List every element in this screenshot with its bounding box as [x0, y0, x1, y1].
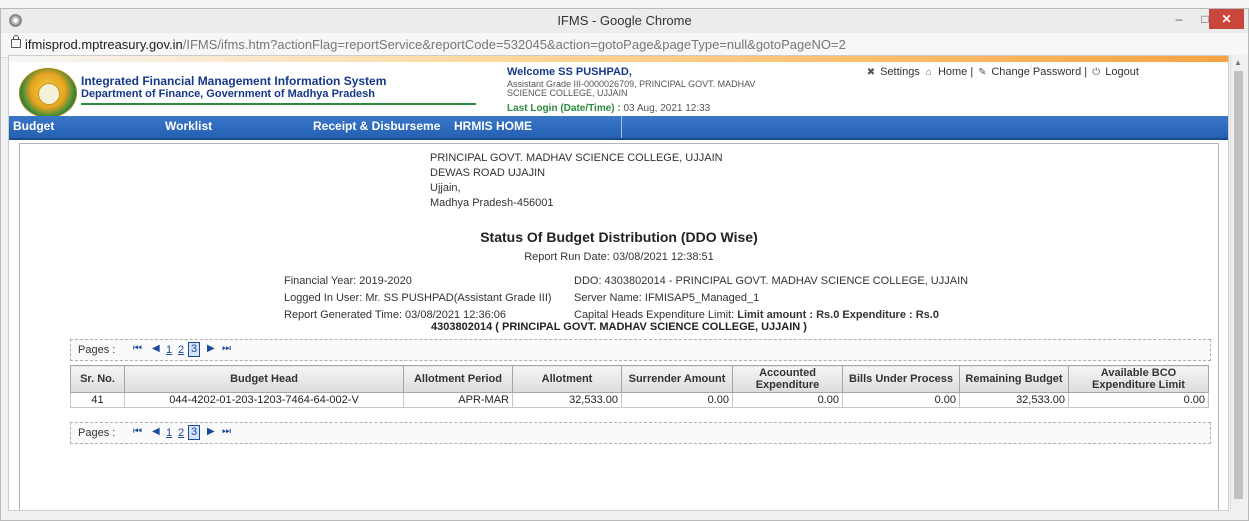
cell-budget-head: 044-4202-01-203-1203-7464-64-002-V — [124, 392, 404, 408]
pagination-bottom: Pages : ⏮ ◀ 1 2 3 ▶ ⏭ — [70, 422, 1211, 444]
logout-link[interactable]: Logout — [1105, 66, 1139, 78]
url-host: ifmisprod.mptreasury.gov.in — [25, 37, 183, 52]
nav-budget[interactable]: Budget — [13, 119, 54, 133]
last-page-icon[interactable]: ⏭ — [222, 426, 231, 437]
address-line-1: PRINCIPAL GOVT. MADHAV SCIENCE COLLEGE, … — [430, 152, 723, 164]
last-login: Last Login (Date/Time) : 03 Aug, 2021 12… — [507, 103, 710, 114]
address-line-2: DEWAS ROAD UJAJIN — [430, 167, 546, 179]
vertical-scrollbar[interactable]: ▲ — [1230, 55, 1247, 511]
url-path: /IFMS/ifms.htm?actionFlag=reportService&… — [182, 37, 846, 52]
scroll-up-arrow-icon[interactable]: ▲ — [1234, 58, 1242, 67]
settings-icon: ✖ — [866, 67, 876, 78]
header-divider — [81, 103, 476, 105]
logout-icon: ⏻ — [1092, 67, 1101, 78]
settings-link[interactable]: Settings — [880, 66, 920, 78]
last-login-label: Last Login (Date/Time) : — [507, 103, 621, 114]
col-surrender-amount: Surrender Amount — [621, 365, 733, 393]
prev-page-icon[interactable]: ◀ — [152, 343, 160, 354]
mp-government-logo — [19, 68, 77, 118]
header-accent-line — [9, 56, 1228, 62]
nav-receipt-disbursement[interactable]: Receipt & Disburseme — [313, 119, 440, 133]
report-generated-time: Report Generated Time: 03/08/2021 12:36:… — [284, 309, 506, 321]
col-allotment-period: Allotment Period — [403, 365, 513, 393]
link-separator: | — [970, 66, 974, 78]
pages-label: Pages : — [78, 427, 116, 439]
server-name: Server Name: IFMISAP5_Managed_1 — [574, 292, 760, 304]
close-icon[interactable]: ✕ — [1209, 9, 1244, 29]
first-page-icon[interactable]: ⏮ — [133, 426, 142, 437]
cell-remaining-budget: 32,533.00 — [959, 392, 1069, 408]
home-link[interactable]: Home — [938, 66, 967, 78]
page-link-1[interactable]: 1 — [166, 344, 172, 356]
system-title: Integrated Financial Management Informat… — [81, 74, 387, 88]
financial-year: Financial Year: 2019-2020 — [284, 275, 412, 287]
page-viewport: Integrated Financial Management Informat… — [8, 55, 1229, 511]
link-separator: | — [1084, 66, 1088, 78]
page-link-2[interactable]: 2 — [178, 344, 184, 356]
prev-page-icon[interactable]: ◀ — [152, 426, 160, 437]
table-header-row: Sr. No. Budget Head Allotment Period All… — [70, 365, 1209, 393]
password-icon: ✎ — [978, 67, 987, 78]
col-remaining-budget: Remaining Budget — [959, 365, 1069, 393]
last-page-icon[interactable]: ⏭ — [222, 343, 231, 354]
logged-in-user: Logged In User: Mr. SS PUSHPAD(Assistant… — [284, 292, 552, 304]
ddo-heading: 4303802014 ( PRINCIPAL GOVT. MADHAV SCIE… — [431, 321, 807, 333]
first-page-icon[interactable]: ⏮ — [133, 343, 142, 354]
cell-sr-no: 41 — [70, 392, 125, 408]
report-title: Status Of Budget Distribution (DDO Wise) — [480, 229, 758, 245]
change-password-link[interactable]: Change Password — [991, 66, 1081, 78]
page-current-3[interactable]: 3 — [188, 425, 200, 440]
scroll-thumb[interactable] — [1234, 71, 1243, 499]
col-accounted-expenditure: Accounted Expenditure — [732, 365, 843, 393]
col-sr-no: Sr. No. — [70, 365, 125, 393]
last-login-value: 03 Aug, 2021 12:33 — [623, 103, 711, 114]
report-run-date: Report Run Date: 03/08/2021 12:38:51 — [524, 251, 714, 263]
top-links: ✖ Settings ⌂ Home | ✎ Change Password | … — [865, 66, 1139, 78]
pages-label: Pages : — [78, 344, 116, 356]
department-title: Department of Finance, Government of Mad… — [81, 88, 376, 100]
cell-accounted-expenditure: 0.00 — [732, 392, 843, 408]
cell-allotment: 32,533.00 — [512, 392, 622, 408]
next-page-icon[interactable]: ▶ — [207, 426, 215, 437]
col-budget-head: Budget Head — [124, 365, 404, 393]
cell-surrender-amount: 0.00 — [621, 392, 733, 408]
next-page-icon[interactable]: ▶ — [207, 343, 215, 354]
cell-available-bco-limit: 0.00 — [1068, 392, 1209, 408]
capital-heads-label: Capital Heads Expenditure Limit: — [574, 309, 738, 321]
pagination-top: Pages : ⏮ ◀ 1 2 3 ▶ ⏭ — [70, 339, 1211, 361]
col-available-bco-limit: Available BCO Expenditure Limit — [1068, 365, 1209, 393]
col-allotment: Allotment — [512, 365, 622, 393]
budget-table: Sr. No. Budget Head Allotment Period All… — [70, 365, 1209, 408]
col-bills-under-process: Bills Under Process — [842, 365, 960, 393]
nav-worklist[interactable]: Worklist — [165, 119, 212, 133]
home-icon: ⌂ — [925, 67, 932, 78]
address-line-3: Ujjain, — [430, 182, 461, 194]
main-nav: Budget Worklist Receipt & Disburseme HRM… — [9, 116, 1228, 140]
ddo-info: DDO: 4303802014 - PRINCIPAL GOVT. MADHAV… — [574, 275, 969, 287]
welcome-text: Welcome SS PUSHPAD, — [507, 66, 632, 78]
table-row: 41 044-4202-01-203-1203-7464-64-002-V AP… — [70, 392, 1209, 408]
lock-icon — [11, 35, 21, 48]
minimize-icon[interactable]: ‒ — [1166, 9, 1192, 29]
address-line-4: Madhya Pradesh-456001 — [430, 197, 554, 209]
nav-hrmis-home[interactable]: HRMIS HOME — [454, 119, 532, 133]
title-bar: ◉ IFMS - Google Chrome ‒ □ ✕ — [1, 9, 1248, 33]
page-link-1[interactable]: 1 — [166, 427, 172, 439]
site-header: Integrated Financial Management Informat… — [9, 56, 1228, 118]
page-current-3[interactable]: 3 — [188, 342, 200, 357]
cell-bills-under-process: 0.00 — [842, 392, 960, 408]
url-text[interactable]: ifmisprod.mptreasury.gov.in/IFMS/ifms.ht… — [25, 37, 846, 52]
cell-allotment-period: APR-MAR — [403, 392, 513, 408]
capital-heads-value: Limit amount : Rs.0 Expenditure : Rs.0 — [737, 309, 939, 321]
window-title: IFMS - Google Chrome — [557, 13, 692, 28]
nav-separator — [621, 116, 622, 138]
report-panel: PRINCIPAL GOVT. MADHAV SCIENCE COLLEGE, … — [19, 143, 1219, 510]
page-link-2[interactable]: 2 — [178, 427, 184, 439]
user-designation: Assistant Grade III-0000026709, PRINCIPA… — [507, 79, 756, 98]
capital-heads-limit: Capital Heads Expenditure Limit: Limit a… — [574, 309, 939, 321]
